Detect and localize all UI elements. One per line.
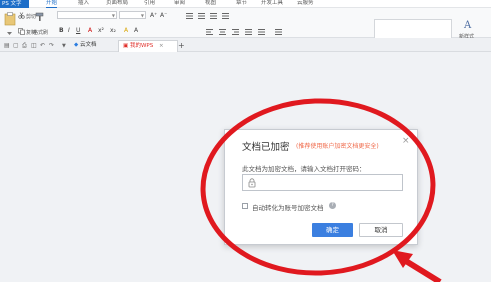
paragraph-list-icons[interactable] [184,12,284,20]
italic-icon[interactable]: I [68,27,70,34]
app-menu-button[interactable]: PS 文字 [0,0,29,8]
font-color-icon[interactable]: A [88,27,92,34]
auto-convert-checkbox[interactable] [242,203,248,209]
quick-save-icon[interactable]: ▤ [4,42,10,49]
tab-cloud-docs-label: 云文档 [79,42,97,48]
help-icon[interactable]: ? [329,202,336,209]
superscript-icon[interactable]: x² [98,27,104,34]
cut-icon[interactable] [18,12,25,19]
tab-review[interactable]: 审阅 [174,0,185,8]
subscript-icon[interactable]: x₂ [110,27,116,34]
close-icon[interactable]: × [402,136,410,146]
cancel-button[interactable]: 取消 [359,223,403,237]
underline-icon[interactable]: U [76,27,80,34]
chevron-down-icon: ▼ [140,13,144,18]
quick-open-icon[interactable]: ▢ [13,42,19,49]
auto-convert-label[interactable]: 自动转化为账号加密文档 [252,202,324,212]
copy-icon[interactable] [18,28,25,35]
tab-view[interactable]: 视图 [205,0,216,8]
grow-font-icon[interactable]: A⁺ [150,12,157,19]
chevron-down-icon: ▼ [111,13,115,18]
font-size-combo[interactable]: ▼ [119,11,146,19]
lock-icon [248,178,256,188]
tab-sections[interactable]: 章节 [236,0,247,8]
password-prompt: 此文档为加密文档，请输入文档打开密码： [242,165,366,173]
tab-page-layout[interactable]: 页面布局 [106,0,128,8]
highlight-icon[interactable]: A [124,27,128,34]
font-name-combo[interactable]: ▼ [57,11,117,19]
new-tab-button[interactable]: + [178,40,185,52]
password-dialog: 文档已加密 (推荐使用账户加密文档更安全) × 此文档为加密文档，请输入文档打开… [224,129,418,245]
tab-cloud-service[interactable]: 云服务 [297,0,314,8]
alignment-icons[interactable] [205,28,315,36]
undo-icon[interactable]: ↶ [40,42,45,49]
tab-cloud-docs[interactable]: ◆ 云文档 [70,40,101,52]
redo-icon[interactable]: ↷ [49,42,54,49]
document-tab-bar: ▤ ▢ ⎙ ◫ ↶ ↷ ▼ ◆ 云文档 ▣ 我的WPS × + [0,38,491,52]
dialog-title: 文档已加密 [242,142,290,153]
format-painter-label[interactable]: 格式刷 [33,29,48,36]
bold-icon[interactable]: B [59,27,64,34]
annotation-arrow [392,250,442,282]
ribbon-toolbar: 剪切 复制 格式刷 ▼ ▼ A⁺ A⁻ B I U A x² x₂ A A A … [0,8,491,41]
new-style-icon: A [463,20,472,30]
menu-bar: PS 文字 开始 插入 页面布局 引用 审阅 视图 章节 开发工具 云服务 [0,0,491,8]
dialog-subtitle[interactable]: (推荐使用账户加密文档更安全) [296,141,379,150]
shrink-font-icon[interactable]: A⁻ [160,12,167,19]
format-painter-icon[interactable] [35,12,45,22]
cloud-icon: ◆ [74,42,79,48]
password-input[interactable] [242,174,403,191]
tab-insert[interactable]: 插入 [78,0,89,8]
tab-developer[interactable]: 开发工具 [261,0,283,8]
tab-references[interactable]: 引用 [144,0,155,8]
close-icon[interactable]: × [159,43,164,49]
ok-button[interactable]: 确定 [312,223,353,237]
text-effect-icon[interactable]: A [134,27,138,34]
quick-print-icon[interactable]: ⎙ [22,42,27,50]
tab-home[interactable]: 开始 [46,0,58,8]
tab-my-wps-label: 我的WPS [129,43,154,49]
tab-my-wps[interactable]: ▣ 我的WPS × [118,40,178,52]
quick-preview-icon[interactable]: ◫ [31,42,37,49]
paste-dropdown-icon[interactable] [6,30,13,37]
paste-icon[interactable] [4,12,16,26]
quick-access-dropdown-icon[interactable]: ▼ [62,43,66,49]
wps-logo-icon: ▣ [123,43,129,49]
svg-text:A: A [463,20,472,30]
